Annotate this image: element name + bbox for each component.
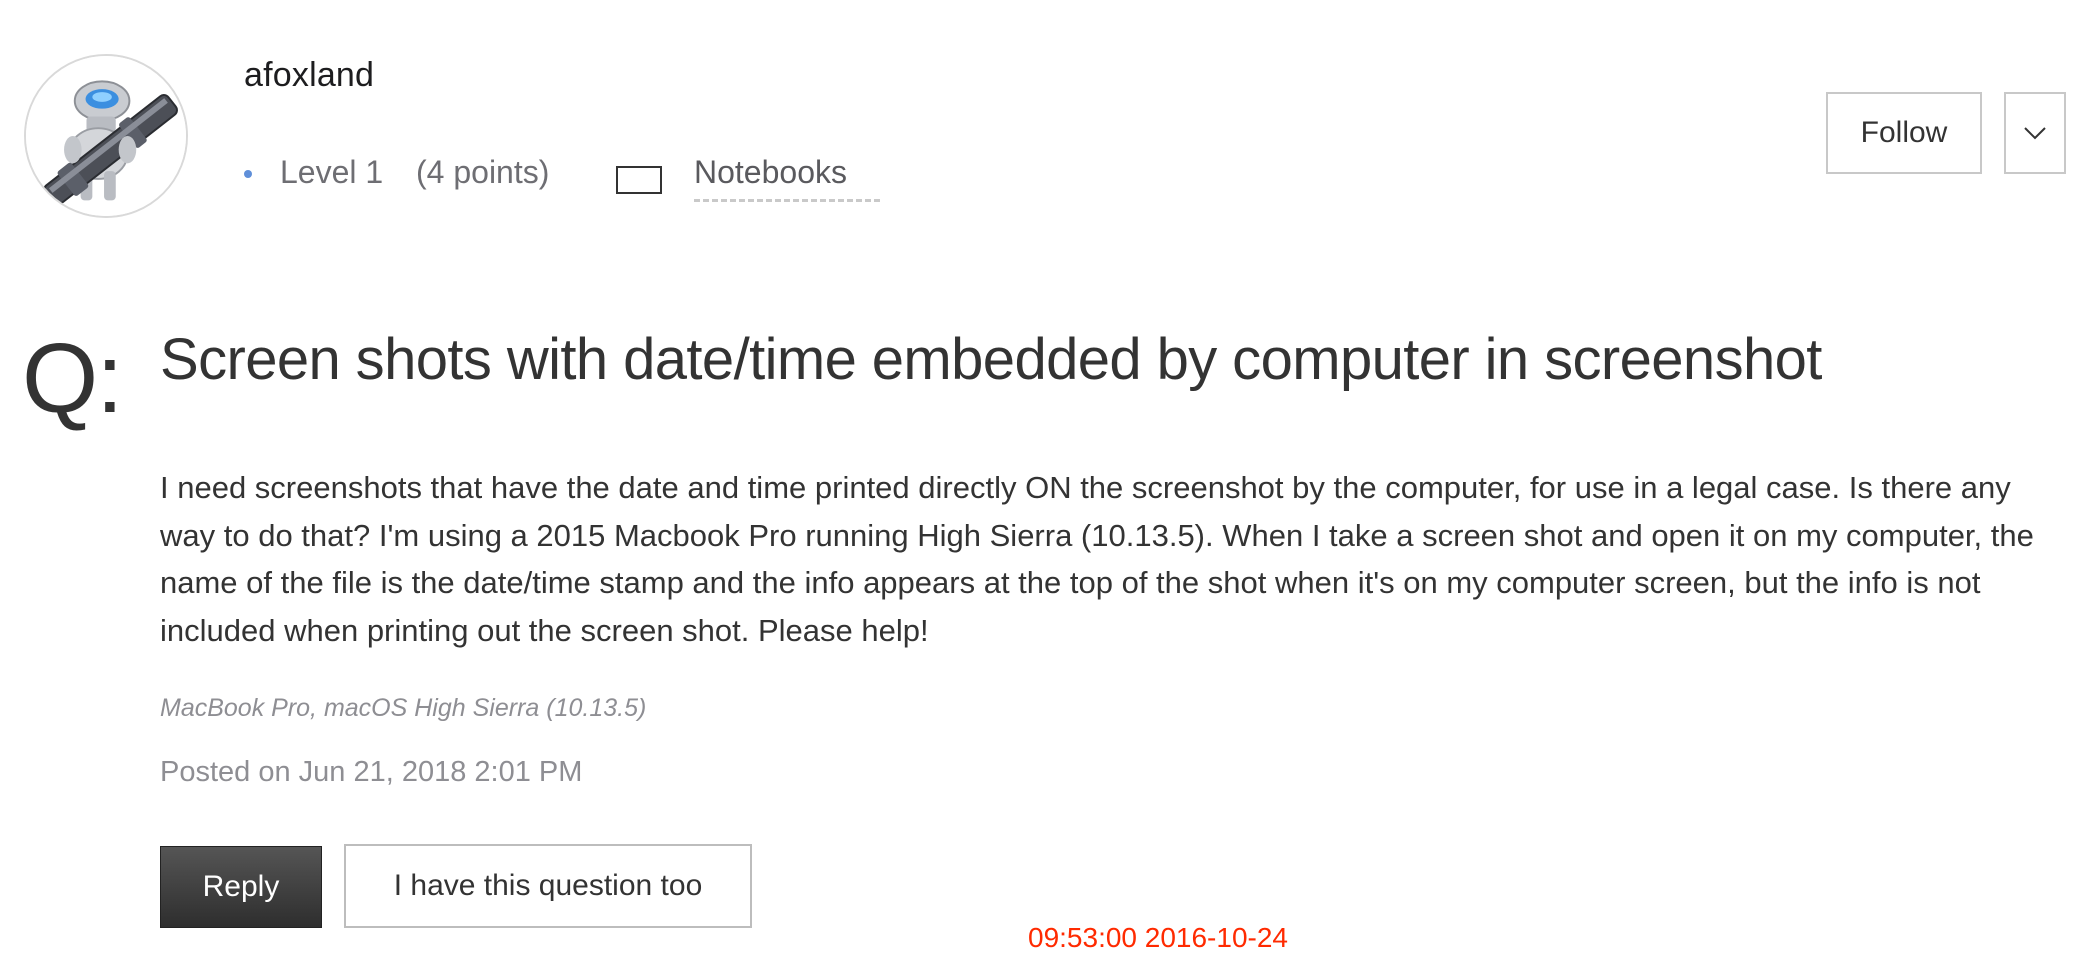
author-points: (4 points) [416,154,550,190]
notebook-icon [616,166,662,194]
question-posted-date: Posted on Jun 21, 2018 2:01 PM [160,756,583,788]
more-options-button[interactable] [2004,92,2066,174]
question-body: I need screenshots that have the date an… [160,470,2034,648]
automator-robot-icon [26,56,186,216]
notebooks-link[interactable]: Notebooks [694,154,880,202]
avatar[interactable] [24,54,188,218]
level-dot-icon [244,170,252,178]
question-prefix: Q: [22,323,123,433]
author-name[interactable]: afoxland [244,56,374,95]
chevron-down-icon [2024,127,2046,140]
author-level: Level 1 [280,154,384,190]
timestamp-overlay: 09:53:00 2016-10-24 [1028,922,1288,953]
follow-button[interactable]: Follow [1826,92,1982,174]
reply-button[interactable]: Reply [160,846,322,928]
question-title: Screen shots with date/time embedded by … [160,327,1822,392]
same-question-button[interactable]: I have this question too [344,844,752,928]
question-product: MacBook Pro, macOS High Sierra (10.13.5) [160,694,647,722]
